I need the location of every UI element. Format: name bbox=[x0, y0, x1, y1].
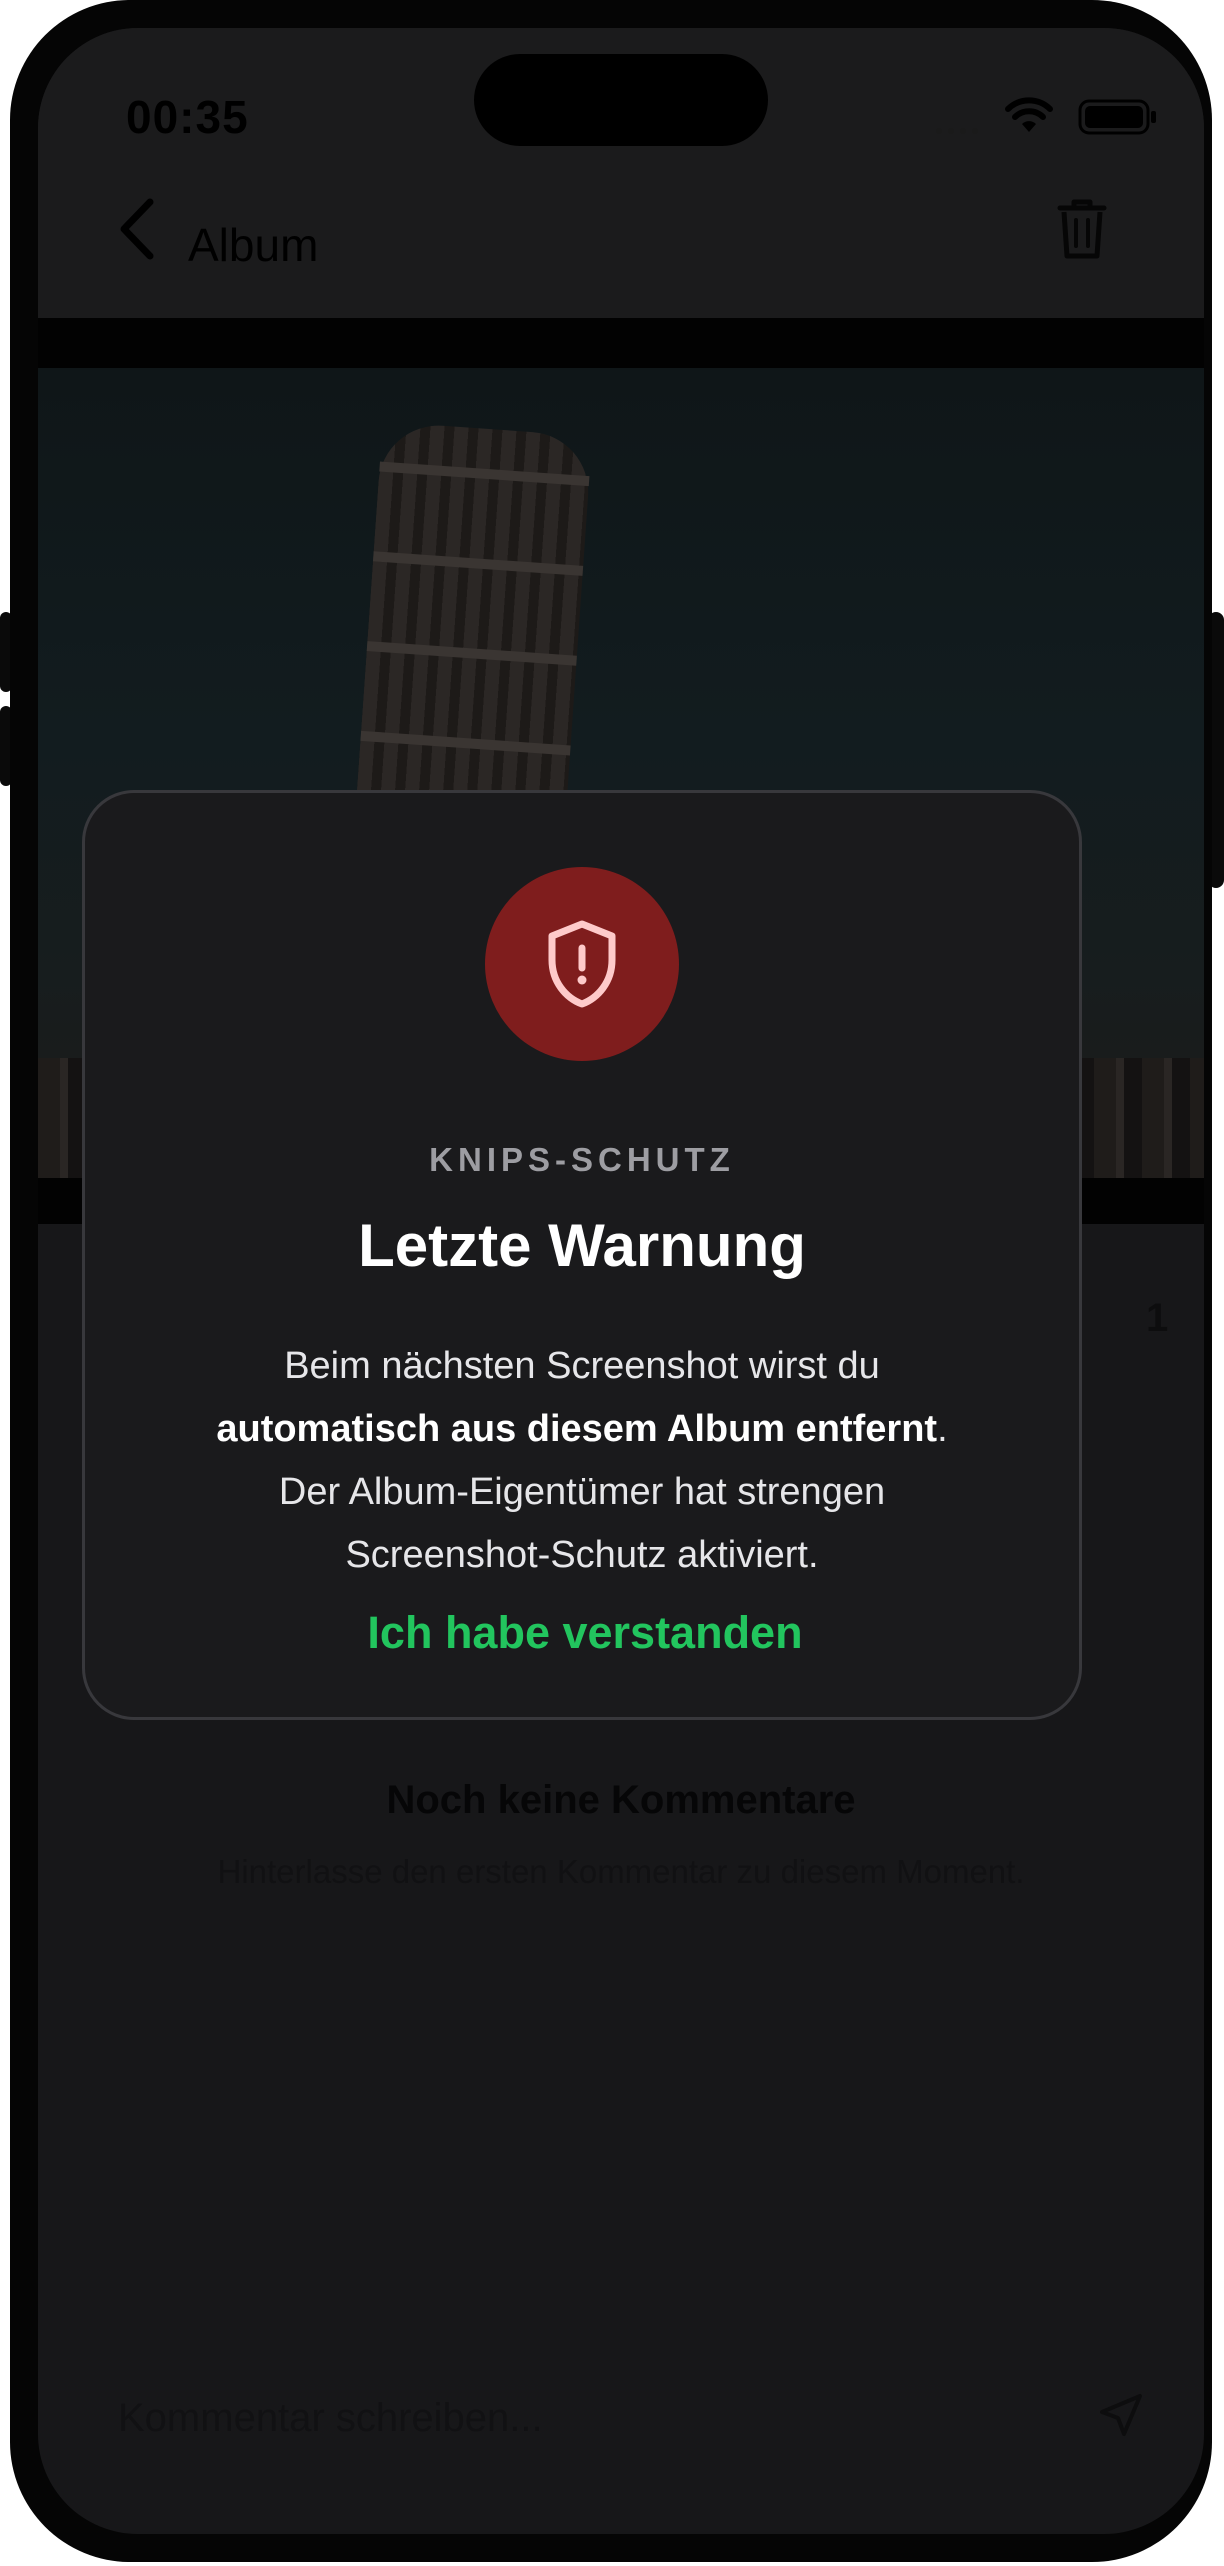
dialog-message-line-3: Der Album-Eigentümer hat strengen bbox=[278, 1471, 886, 1513]
dialog-message: Beim nächsten Screenshot wirst du automa… bbox=[115, 1335, 1049, 1587]
dialog-message-line-2: automatisch aus diesem Album entfernt. bbox=[115, 1398, 1049, 1461]
dialog-kicker: KNIPS-SCHUTZ bbox=[429, 1141, 735, 1178]
dialog-title: Letzte Warnung bbox=[358, 1212, 806, 1279]
empty-comments-title: Noch keine Kommentare bbox=[386, 1778, 856, 1822]
empty-comments-subtitle: Hinterlasse den ersten Kommentar zu dies… bbox=[217, 1853, 1025, 1890]
send-icon[interactable] bbox=[1096, 2390, 1146, 2440]
chevron-left-icon bbox=[120, 198, 154, 260]
dynamic-island bbox=[474, 54, 768, 146]
dialog-message-line-4: Screenshot-Schutz aktiviert. bbox=[345, 1534, 819, 1576]
shield-alert-icon bbox=[548, 920, 616, 1008]
status-time: 00:35 bbox=[126, 91, 249, 143]
signal-icon bbox=[936, 128, 978, 134]
confirm-button[interactable]: Ich habe verstanden bbox=[285, 1603, 885, 1663]
dialog-message-line-1: Beim nächsten Screenshot wirst du bbox=[284, 1345, 880, 1387]
like-count: 1 bbox=[1146, 1296, 1169, 1340]
dialog-message-emphasis: automatisch aus diesem Album entfernt bbox=[216, 1408, 938, 1450]
battery-icon bbox=[1078, 99, 1156, 135]
screenshot-warning-dialog: KNIPS-SCHUTZ Letzte Warnung Beim nächste… bbox=[82, 790, 1082, 1720]
dialog-message-period: . bbox=[937, 1408, 948, 1450]
wifi-icon bbox=[1005, 97, 1053, 132]
back-label: Album bbox=[188, 219, 319, 271]
shield-badge bbox=[485, 867, 679, 1061]
trash-icon[interactable] bbox=[1054, 194, 1110, 264]
comment-input[interactable] bbox=[118, 2388, 1018, 2448]
